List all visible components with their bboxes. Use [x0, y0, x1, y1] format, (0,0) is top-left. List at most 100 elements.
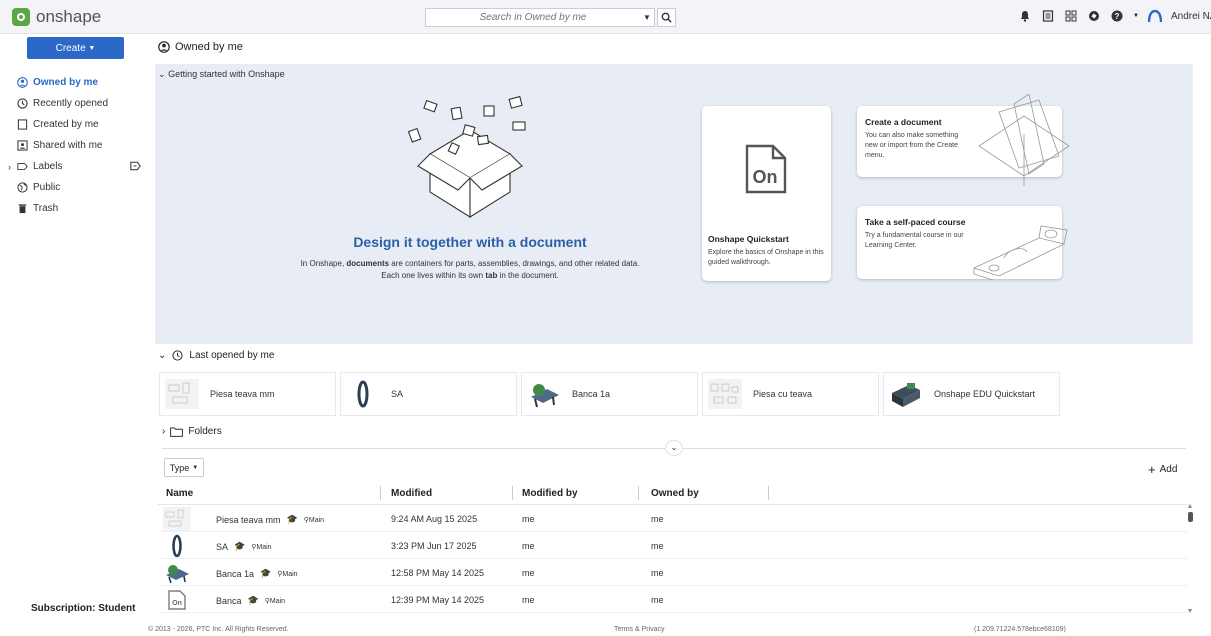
recent-document-card[interactable]: Banca 1a [521, 372, 698, 416]
recent-document-card[interactable]: SA [340, 372, 517, 416]
collapse-toggle-chevron-icon[interactable]: ⌄ [665, 440, 683, 456]
getting-started-headline: Design it together with a document [353, 234, 587, 250]
column-resize-handle[interactable] [768, 486, 769, 500]
modified-by-cell: me [522, 595, 535, 605]
desc-text-3: in the document. [497, 271, 559, 280]
scroll-down-arrow-icon[interactable]: ▼ [1186, 608, 1194, 615]
footer: © 2013 - 2026, PTC Inc. All Rights Reser… [0, 620, 1211, 636]
table-row[interactable]: Piesa teava mm 🎓 ⚲Main 9:24 AM Aug 15 20… [158, 505, 1188, 532]
sketch-planes-illustration [978, 94, 1070, 186]
recent-document-card[interactable]: Onshape EDU Quickstart [883, 372, 1060, 416]
apps-grid-icon[interactable] [1064, 9, 1078, 23]
quickstart-card[interactable]: On Onshape Quickstart Explore the basics… [702, 106, 831, 281]
document-name[interactable]: Banca [216, 596, 242, 606]
scroll-up-arrow-icon[interactable]: ▲ [1186, 503, 1194, 510]
search-input[interactable] [426, 12, 640, 23]
document-thumbnail: On [163, 587, 191, 612]
sidebar-item-created-by-me[interactable]: Created by me [0, 114, 148, 135]
getting-started-description: In Onshape, documents are containers for… [300, 258, 640, 282]
recent-documents: Piesa teava mm SA Banca 1a Piesa cu teav… [159, 372, 1060, 416]
folders-toggle[interactable]: › Folders [162, 426, 222, 437]
document-name[interactable]: Banca 1a [216, 569, 254, 579]
add-button[interactable]: + Add [1148, 462, 1177, 477]
document-name[interactable]: SA [216, 542, 228, 552]
learning-center-icon[interactable] [1087, 9, 1101, 23]
education-cap-icon: 🎓 [234, 541, 246, 551]
onshape-document-logo-icon: On [745, 144, 787, 194]
sidebar-item-shared-with-me[interactable]: Shared with me [0, 135, 148, 156]
recent-document-name: Banca 1a [572, 389, 611, 399]
type-filter-dropdown[interactable]: Type ▼ [164, 458, 204, 477]
clock-icon [172, 350, 183, 361]
education-cap-icon: 🎓 [260, 568, 272, 578]
table-row[interactable]: Banca 1a 🎓 ⚲Main 12:58 PM May 14 2025 me… [158, 559, 1188, 586]
svg-text:?: ? [1115, 12, 1120, 21]
folders-label: Folders [188, 426, 222, 437]
table-row[interactable]: SA 🎓 ⚲Main 3:23 PM Jun 17 2025 me me [158, 532, 1188, 559]
app-name: onshape [36, 7, 102, 26]
user-name[interactable]: Andrei NASTAS [1171, 11, 1211, 22]
column-resize-handle[interactable] [380, 486, 381, 500]
document-thumbnail [345, 377, 381, 411]
create-document-card[interactable]: Create a document You can also make some… [857, 94, 1070, 186]
column-resize-handle[interactable] [512, 486, 513, 500]
manage-labels-icon[interactable] [129, 161, 142, 174]
course-card[interactable]: Take a self-paced course Try a fundament… [857, 206, 1068, 280]
help-icon[interactable]: ? [1110, 9, 1124, 23]
clock-icon [17, 98, 28, 109]
last-opened-toggle[interactable]: ⌄ Last opened by me [158, 350, 274, 361]
owner-icon [17, 77, 28, 88]
column-header-modified-by[interactable]: Modified by [522, 488, 578, 499]
recent-document-card[interactable]: Piesa cu teava [702, 372, 879, 416]
sidebar-item-owned-by-me[interactable]: Owned by me [0, 72, 148, 93]
recent-document-name: SA [391, 389, 404, 399]
branch-name: Main [269, 597, 286, 605]
search-scope-caret-icon[interactable]: ▼ [640, 13, 654, 22]
table-row[interactable]: On Banca 🎓 ⚲Main 12:39 PM May 14 2025 me… [158, 586, 1188, 613]
search-icon [661, 12, 672, 23]
recent-document-card[interactable]: Piesa teava mm [159, 372, 336, 416]
help-caret-icon[interactable]: ▼ [1133, 9, 1139, 23]
onshape-logo[interactable]: onshape [12, 7, 101, 27]
bracket-part-illustration [972, 225, 1068, 280]
sidebar-item-label: Public [33, 182, 61, 193]
recent-document-name: Onshape EDU Quickstart [934, 389, 1036, 399]
column-header-owned-by[interactable]: Owned by [651, 488, 699, 499]
scrollbar-thumb[interactable] [1187, 512, 1193, 522]
modified-cell: 12:39 PM May 14 2025 [391, 595, 485, 605]
sidebar-item-trash[interactable]: Trash [0, 198, 148, 219]
app-store-icon[interactable] [1041, 9, 1055, 23]
documents-table: Name Modified Modified by Owned by Piesa… [158, 484, 1188, 613]
document-name[interactable]: Piesa teava mm [216, 515, 281, 525]
column-resize-handle[interactable] [638, 486, 639, 500]
course-title: Take a self-paced course [865, 217, 966, 227]
table-scrollbar[interactable]: ▲ ▼ [1186, 503, 1194, 615]
desc-bold-tab: tab [485, 271, 498, 280]
sidebar-item-public[interactable]: Public [0, 177, 148, 198]
trash-icon [17, 203, 28, 214]
folder-icon [170, 427, 184, 437]
owner-icon [158, 41, 170, 53]
main-content: Owned by me ⌄ Getting started with Onsha… [148, 34, 1200, 618]
column-header-name[interactable]: Name [166, 488, 193, 499]
owned-by-cell: me [651, 514, 664, 524]
getting-started-toggle[interactable]: ⌄ Getting started with Onshape [158, 69, 285, 80]
search-box[interactable]: ▼ [425, 8, 655, 27]
sidebar-nav: Owned by me Recently opened Created by m… [0, 72, 148, 219]
copyright-text: © 2013 - 2026, PTC Inc. All Rights Reser… [148, 626, 289, 633]
sidebar-item-label: Trash [33, 203, 59, 214]
create-button[interactable]: Create ▼ [27, 37, 124, 59]
open-box-illustration [407, 95, 526, 218]
sidebar-item-recently-opened[interactable]: Recently opened [0, 93, 148, 114]
terms-privacy-link[interactable]: Terms & Privacy [614, 626, 665, 633]
version-text: (1.209.71224.578ebce68109) [974, 626, 1066, 633]
sidebar-item-labels[interactable]: › Labels [0, 156, 148, 177]
user-avatar-icon[interactable] [1148, 9, 1162, 23]
sidebar-item-label: Labels [33, 161, 63, 172]
labels-expand-icon[interactable]: › [8, 162, 11, 172]
search-button[interactable] [657, 8, 676, 27]
notifications-bell-icon[interactable] [1018, 9, 1032, 23]
modified-by-cell: me [522, 514, 535, 524]
branch-label: ⚲Main [277, 570, 297, 578]
column-header-modified[interactable]: Modified [391, 488, 432, 499]
